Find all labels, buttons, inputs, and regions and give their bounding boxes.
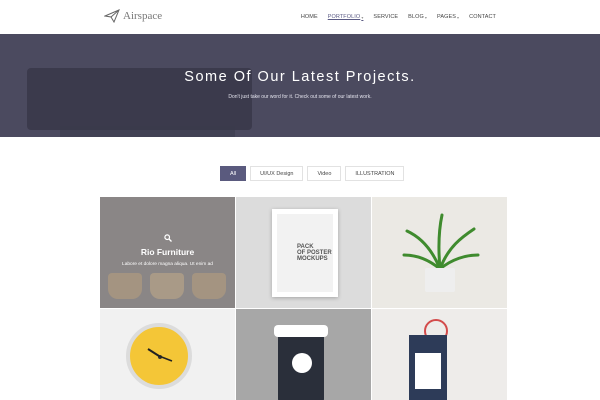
chevron-down-icon: ▾	[361, 14, 364, 20]
nav-label: SERVICE	[373, 14, 399, 20]
portfolio-item-plant[interactable]	[372, 197, 507, 308]
brand-name: Airspace	[123, 10, 163, 22]
chevron-down-icon: ▾	[457, 14, 460, 20]
plant-pot-image	[425, 268, 455, 292]
chevron-down-icon: ▾	[424, 14, 427, 20]
portfolio-item-coffee-cup[interactable]	[236, 309, 371, 400]
tile-title: Rio Furniture	[140, 247, 195, 257]
hero-subtitle: Don't just take our word for it. Check o…	[228, 94, 372, 100]
top-navbar: Airspace HOME PORTFOLIO ▾ SERVICE BLOG ▾…	[0, 0, 600, 34]
filter-ui-ux-design[interactable]: UI/UX Design	[250, 166, 304, 181]
nav-item-home[interactable]: HOME	[301, 14, 318, 20]
tag-image	[409, 335, 447, 400]
nav-item-pages[interactable]: PAGES ▾	[437, 14, 459, 20]
nav-label: BLOG	[408, 14, 424, 20]
poster-text: PACK OF POSTER MOCKUPS	[297, 244, 332, 262]
paper-plane-icon	[104, 9, 120, 23]
nav-label: PORTFOLIO	[327, 14, 361, 20]
coffee-cup-lid	[274, 325, 328, 337]
search-icon[interactable]	[164, 234, 172, 242]
nav-item-contact[interactable]: CONTACT	[469, 14, 496, 20]
portfolio-item-clock[interactable]	[100, 309, 235, 400]
nav-item-service[interactable]: SERVICE	[373, 14, 398, 20]
filter-all[interactable]: All	[220, 166, 247, 181]
poster-inner: PACK OF POSTER MOCKUPS	[277, 214, 333, 292]
portfolio-item-poster[interactable]: PACK OF POSTER MOCKUPS	[236, 197, 371, 308]
nav-item-blog[interactable]: BLOG ▾	[408, 14, 427, 20]
poster-line: MOCKUPS	[297, 256, 328, 262]
portfolio-item-rio-furniture[interactable]: Rio Furniture Labore et dolore magna ali…	[100, 197, 235, 308]
nav-label: CONTACT	[469, 14, 496, 20]
hero-banner: Some Of Our Latest Projects. Don't just …	[0, 34, 600, 137]
nav-item-portfolio[interactable]: PORTFOLIO ▾	[328, 14, 364, 20]
portfolio-filters: All UI/UX Design Video ILLUSTRATION	[220, 166, 405, 181]
tag-grid-pattern	[415, 353, 441, 389]
clock-hands-icon	[147, 348, 173, 362]
nav-label: PAGES	[436, 14, 457, 20]
hero-title: Some Of Our Latest Projects.	[184, 69, 416, 85]
nav-label: HOME	[300, 14, 318, 20]
poster-frame-image: PACK OF POSTER MOCKUPS	[272, 209, 338, 297]
clock-image	[126, 323, 192, 389]
tile-description: Labore et dolore magna aliqua. Ut enim a…	[122, 262, 213, 267]
portfolio-grid: Rio Furniture Labore et dolore magna ali…	[100, 197, 507, 400]
coffee-cup-logo	[292, 353, 312, 373]
brand-logo[interactable]: Airspace	[104, 9, 162, 23]
hero-laptop-base	[60, 126, 235, 137]
filter-video[interactable]: Video	[307, 166, 342, 181]
main-nav: HOME PORTFOLIO ▾ SERVICE BLOG ▾ PAGES ▾ …	[301, 14, 496, 20]
filter-illustration[interactable]: ILLUSTRATION	[345, 166, 405, 181]
portfolio-item-tag[interactable]	[372, 309, 507, 400]
